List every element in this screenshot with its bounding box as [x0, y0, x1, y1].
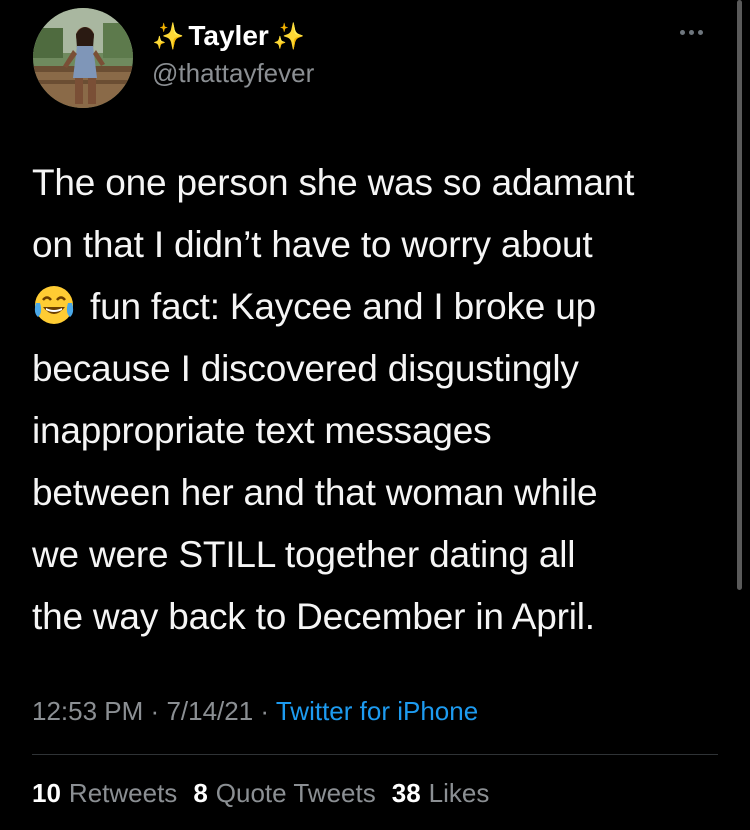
tweet-date: 7/14/21 [166, 696, 254, 726]
tears-of-joy-emoji-icon [32, 283, 76, 327]
quote-tweets-label: Quote Tweets [215, 778, 376, 808]
tweet-time: 12:53 PM [32, 696, 144, 726]
likes-label: Likes [428, 778, 490, 808]
retweets-count: 10 [32, 778, 61, 808]
tweet-line: the way back to December in April. [32, 596, 595, 637]
divider [32, 754, 718, 755]
retweets-stat[interactable]: 10 Retweets [32, 778, 177, 809]
tweet-text: The one person she was so adamant on tha… [32, 152, 732, 648]
tweet-line: we were STILL together dating all [32, 534, 576, 575]
likes-stat[interactable]: 38 Likes [392, 778, 490, 809]
likes-count: 38 [391, 778, 421, 808]
tweet-line: because I discovered disgustingly [32, 348, 579, 389]
ellipsis-icon [689, 30, 694, 35]
tweet-line: between her and that woman while [32, 472, 598, 513]
tweet-line-with-emoji: fun fact: Kaycee and I broke up [32, 276, 732, 338]
user-handle[interactable]: @thattayfever [152, 58, 314, 89]
more-options-button[interactable] [680, 30, 703, 35]
meta-separator: · [260, 696, 270, 726]
display-name: Tayler [188, 20, 269, 51]
tweet-source-link[interactable]: Twitter for iPhone [276, 696, 478, 726]
tweet-line: The one person she was so adamant [32, 162, 635, 203]
quote-tweets-stat[interactable]: 8 Quote Tweets [193, 778, 375, 809]
tweet-stats: 10 Retweets 8 Quote Tweets 38 Likes [32, 778, 489, 809]
quote-tweets-count: 8 [193, 778, 208, 808]
tweet-line: on that I didn’t have to worry about [32, 224, 593, 265]
avatar-photo [33, 8, 133, 108]
retweets-label: Retweets [68, 778, 178, 808]
display-name-row[interactable]: ✨ Tayler ✨ [152, 20, 305, 52]
ellipsis-icon [680, 30, 685, 35]
tweet-line-text: fun fact: Kaycee and I broke up [90, 286, 596, 327]
tweet-detail: ✨ Tayler ✨ @thattayfever The one person … [0, 0, 750, 830]
tweet-line: inappropriate text messages [32, 410, 492, 451]
sparkles-icon: ✨ [152, 21, 185, 51]
sparkles-icon: ✨ [272, 21, 306, 51]
scrollbar[interactable] [737, 0, 742, 590]
avatar[interactable] [33, 8, 133, 108]
ellipsis-icon [698, 30, 703, 35]
meta-separator: · [150, 696, 160, 726]
tweet-meta: 12:53 PM · 7/14/21 · Twitter for iPhone [32, 696, 478, 727]
